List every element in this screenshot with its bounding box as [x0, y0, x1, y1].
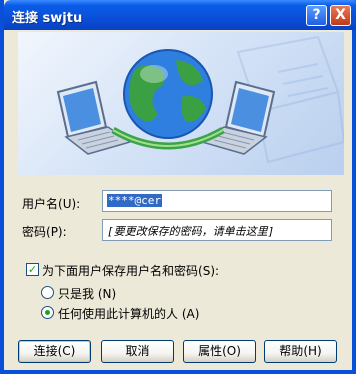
left-laptop-icon — [56, 80, 132, 155]
network-banner-illustration — [18, 32, 344, 175]
connect-button[interactable]: 连接(C) — [18, 340, 91, 363]
cancel-button[interactable]: 取消 — [101, 340, 174, 363]
username-value: ****@cer — [107, 194, 162, 207]
network-globe-icon — [56, 35, 344, 164]
username-input[interactable]: ****@cer — [102, 190, 332, 212]
password-label: 密码(P): — [22, 225, 67, 239]
username-label: 用户名(U): — [22, 197, 81, 211]
connect-dialog: 连接 swjtu ? X 用户名(U): ****@cer 密码(P): [要更… — [0, 0, 356, 374]
radio-only-me-label[interactable]: 只是我 (N) — [58, 285, 116, 302]
save-credentials-label[interactable]: 为下面用户保存用户名和密码(S): — [42, 262, 219, 279]
radio-selected-dot — [45, 310, 50, 315]
help-button[interactable]: 帮助(H) — [264, 340, 337, 363]
window-title: 连接 swjtu — [12, 11, 83, 26]
radio-only-me[interactable] — [41, 286, 54, 299]
close-button[interactable]: X — [330, 5, 351, 26]
radio-anyone-label[interactable]: 任何使用此计算机的人 (A) — [58, 305, 199, 322]
help-title-button[interactable]: ? — [306, 5, 327, 26]
title-bar[interactable]: 连接 swjtu ? X — [4, 0, 356, 30]
radio-anyone[interactable] — [41, 306, 54, 319]
save-credentials-checkbox[interactable]: ✓ — [26, 263, 39, 276]
password-input[interactable]: [要更改保存的密码，请单击这里] — [102, 219, 332, 241]
password-placeholder: [要更改保存的密码，请单击这里] — [107, 225, 275, 238]
properties-button[interactable]: 属性(O) — [183, 340, 256, 363]
